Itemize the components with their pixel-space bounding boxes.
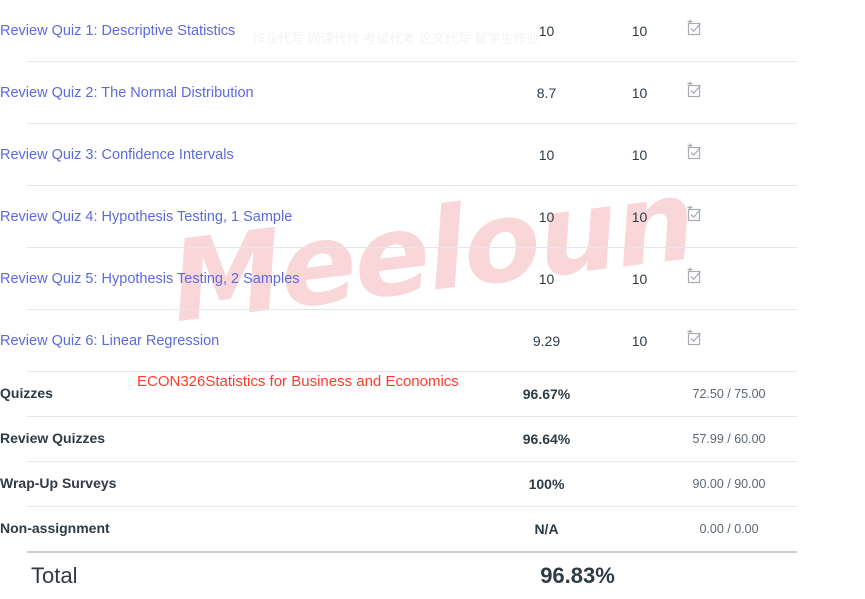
group-name: Wrap-Up Surveys — [0, 475, 117, 491]
assignment-rubric-cell[interactable] — [686, 62, 865, 123]
group-points-fraction: 90.00 / 90.00 — [692, 477, 766, 491]
assignment-points-possible: 10 — [631, 146, 648, 163]
assignment-link[interactable]: Review Quiz 5: Hypothesis Testing, 2 Sam… — [0, 271, 300, 287]
grades-table: Review Quiz 1: Descriptive Statistics 10… — [0, 0, 865, 551]
assignment-link[interactable]: Review Quiz 4: Hypothesis Testing, 1 Sam… — [0, 209, 292, 225]
assignment-name-cell: Review Quiz 2: The Normal Distribution — [0, 62, 500, 123]
table-row[interactable]: Review Quiz 4: Hypothesis Testing, 1 Sam… — [0, 186, 865, 247]
group-total-row: Review Quizzes 96.64% 57.99 / 60.00 — [0, 417, 865, 461]
assignment-points-possible: 10 — [631, 332, 648, 349]
assignment-name-cell: Review Quiz 1: Descriptive Statistics — [0, 0, 500, 61]
rubric-checkbox-icon[interactable] — [686, 19, 704, 37]
assignment-link[interactable]: Review Quiz 2: The Normal Distribution — [0, 85, 254, 101]
assignment-name-cell: Review Quiz 4: Hypothesis Testing, 1 Sam… — [0, 186, 500, 247]
group-name-cell: Quizzes — [0, 372, 500, 416]
assignment-rubric-cell[interactable] — [686, 186, 865, 247]
assignment-points-possible: 10 — [631, 84, 648, 101]
assignment-score: 10 — [538, 208, 555, 225]
table-row[interactable]: Review Quiz 2: The Normal Distribution 8… — [0, 62, 865, 123]
group-total-row: Wrap-Up Surveys 100% 90.00 / 90.00 — [0, 462, 865, 506]
table-row[interactable]: Review Quiz 5: Hypothesis Testing, 2 Sam… — [0, 248, 865, 309]
group-points-fraction: 57.99 / 60.00 — [692, 432, 766, 446]
assignment-score: 9.29 — [532, 332, 561, 349]
rubric-checkbox-icon[interactable] — [686, 143, 704, 161]
assignment-rubric-cell[interactable] — [686, 310, 865, 371]
group-percent: 96.67% — [522, 386, 571, 402]
rubric-checkbox-icon[interactable] — [686, 81, 704, 99]
assignment-link[interactable]: Review Quiz 6: Linear Regression — [0, 333, 219, 349]
group-points-fraction: 0.00 / 0.00 — [699, 522, 759, 536]
assignment-points-possible: 10 — [631, 208, 648, 225]
group-name: Quizzes — [0, 385, 53, 401]
group-name: Non-assignment — [0, 520, 110, 536]
assignment-rubric-cell[interactable] — [686, 124, 865, 185]
group-percent: 100% — [528, 476, 565, 492]
assignment-score: 10 — [538, 22, 555, 39]
assignment-rubric-cell[interactable] — [686, 248, 865, 309]
assignment-points-possible: 10 — [631, 270, 648, 287]
total-percent: 96.83% — [540, 563, 615, 588]
group-percent: N/A — [534, 521, 559, 537]
table-row[interactable]: Review Quiz 6: Linear Regression 9.29 10 — [0, 310, 865, 371]
assignment-link[interactable]: Review Quiz 3: Confidence Intervals — [0, 147, 234, 163]
table-row[interactable]: Review Quiz 3: Confidence Intervals 10 1… — [0, 124, 865, 185]
group-name: Review Quizzes — [0, 430, 106, 446]
assignment-score: 10 — [538, 146, 555, 163]
assignment-name-cell: Review Quiz 5: Hypothesis Testing, 2 Sam… — [0, 248, 500, 309]
group-percent: 96.64% — [522, 431, 571, 447]
table-row[interactable]: Review Quiz 1: Descriptive Statistics 10… — [0, 0, 865, 61]
group-points-fraction: 72.50 / 75.00 — [692, 387, 766, 401]
group-name-cell: Review Quizzes — [0, 417, 500, 461]
grades-table-body: Review Quiz 1: Descriptive Statistics 10… — [0, 0, 865, 551]
group-total-row: Quizzes 96.67% 72.50 / 75.00 — [0, 372, 865, 416]
assignment-rubric-cell[interactable] — [686, 0, 865, 61]
assignment-points-possible: 10 — [631, 22, 648, 39]
rubric-checkbox-icon[interactable] — [686, 267, 704, 285]
rubric-checkbox-icon[interactable] — [686, 329, 704, 347]
assignment-score: 8.7 — [536, 84, 557, 101]
total-row-table: Total 96.83% — [0, 553, 865, 599]
assignment-score: 10 — [538, 270, 555, 287]
rubric-checkbox-icon[interactable] — [686, 205, 704, 223]
total-label: Total — [31, 563, 78, 588]
group-name-cell: Non-assignment — [0, 507, 500, 551]
total-row-body: Total 96.83% — [0, 553, 865, 599]
assignment-link[interactable]: Review Quiz 1: Descriptive Statistics — [0, 23, 235, 39]
assignment-name-cell: Review Quiz 3: Confidence Intervals — [0, 124, 500, 185]
group-total-row: Non-assignment N/A 0.00 / 0.00 — [0, 507, 865, 551]
total-spacer-points — [624, 553, 717, 599]
group-name-cell: Wrap-Up Surveys — [0, 462, 500, 506]
total-spacer-icon — [717, 553, 865, 599]
total-label-cell: Total — [0, 553, 531, 599]
assignment-name-cell: Review Quiz 6: Linear Regression — [0, 310, 500, 371]
total-row: Total 96.83% — [0, 553, 865, 599]
